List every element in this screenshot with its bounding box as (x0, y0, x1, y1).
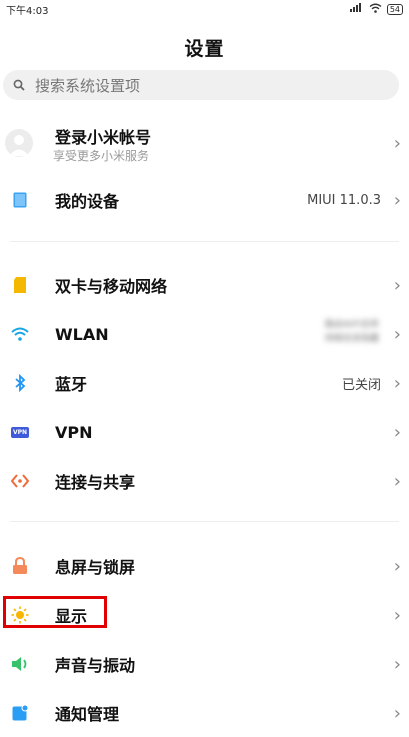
sound-vibration-label: 声音与振动 (55, 656, 136, 675)
my-device-row[interactable]: 我的设备 MIUI 11.0.3 › (0, 176, 409, 224)
chevron-right-icon: › (393, 323, 401, 345)
chevron-right-icon: › (393, 274, 401, 296)
chevron-right-icon: › (393, 132, 401, 154)
notification-label: 通知管理 (55, 705, 120, 724)
wlan-network-info: 路由WiFi名称 网络信息隐藏 (269, 318, 379, 350)
section-divider (0, 518, 409, 526)
bluetooth-label: 蓝牙 (55, 375, 88, 394)
connection-sharing-label: 连接与共享 (55, 473, 136, 492)
bluetooth-icon (10, 373, 30, 393)
chevron-right-icon: › (393, 604, 401, 626)
wlan-network-detail: 网络信息隐藏 (324, 334, 379, 344)
notification-row[interactable]: 通知管理 › (0, 689, 409, 737)
connection-sharing-row[interactable]: 连接与共享 › (0, 457, 409, 505)
chevron-right-icon: › (393, 470, 401, 492)
status-time: 下午4:03 (6, 5, 49, 17)
dual-sim-label: 双卡与移动网络 (55, 277, 168, 296)
search-icon (13, 79, 25, 91)
battery-icon: 54 (386, 3, 403, 15)
wifi-status-icon (369, 3, 382, 16)
bluetooth-row[interactable]: 蓝牙 已关闭 › (0, 359, 409, 407)
sim-card-icon (10, 275, 30, 295)
chevron-right-icon: › (393, 189, 401, 211)
lock-screen-label: 息屏与锁屏 (55, 558, 136, 577)
vpn-label: VPN (55, 422, 93, 442)
status-bar: 下午4:03 54 (0, 0, 409, 18)
vpn-row[interactable]: VPN VPN › (0, 408, 409, 456)
section-divider (0, 238, 409, 246)
miui-version: MIUI 11.0.3 (307, 192, 381, 208)
account-title: 登录小米帐号 (55, 128, 152, 147)
search-placeholder: 搜索系统设置项 (35, 76, 141, 95)
page-title: 设置 (184, 38, 225, 60)
wlan-row[interactable]: WLAN 路由WiFi名称 网络信息隐藏 › (0, 310, 409, 358)
chevron-right-icon: › (393, 653, 401, 675)
sound-vibration-row[interactable]: 声音与振动 › (0, 640, 409, 688)
status-icons: 54 (349, 3, 403, 16)
lock-icon (10, 556, 30, 576)
wifi-icon (10, 324, 30, 344)
dual-sim-row[interactable]: 双卡与移动网络 › (0, 261, 409, 309)
vpn-icon-text: VPN (10, 426, 30, 438)
wlan-network-name: 路由WiFi名称 (324, 320, 379, 330)
search-bar[interactable]: 搜索系统设置项 (3, 70, 399, 100)
account-row[interactable]: 登录小米帐号 享受更多小米服务 › (0, 117, 409, 169)
chevron-right-icon: › (393, 421, 401, 443)
chevron-right-icon: › (393, 372, 401, 394)
speaker-icon (10, 654, 30, 674)
vpn-icon: VPN (10, 422, 30, 442)
avatar (5, 129, 33, 157)
chevron-right-icon: › (393, 702, 401, 724)
share-icon (10, 471, 30, 491)
display-highlight-box (3, 596, 107, 628)
bluetooth-status: 已关闭 (341, 377, 381, 393)
wlan-label: WLAN (55, 324, 109, 344)
notification-icon (10, 703, 30, 723)
signal-icon (349, 3, 364, 15)
lock-screen-row[interactable]: 息屏与锁屏 › (0, 542, 409, 590)
account-subtitle: 享受更多小米服务 (53, 149, 150, 163)
device-icon (10, 190, 30, 210)
my-device-label: 我的设备 (55, 192, 120, 211)
chevron-right-icon: › (393, 555, 401, 577)
